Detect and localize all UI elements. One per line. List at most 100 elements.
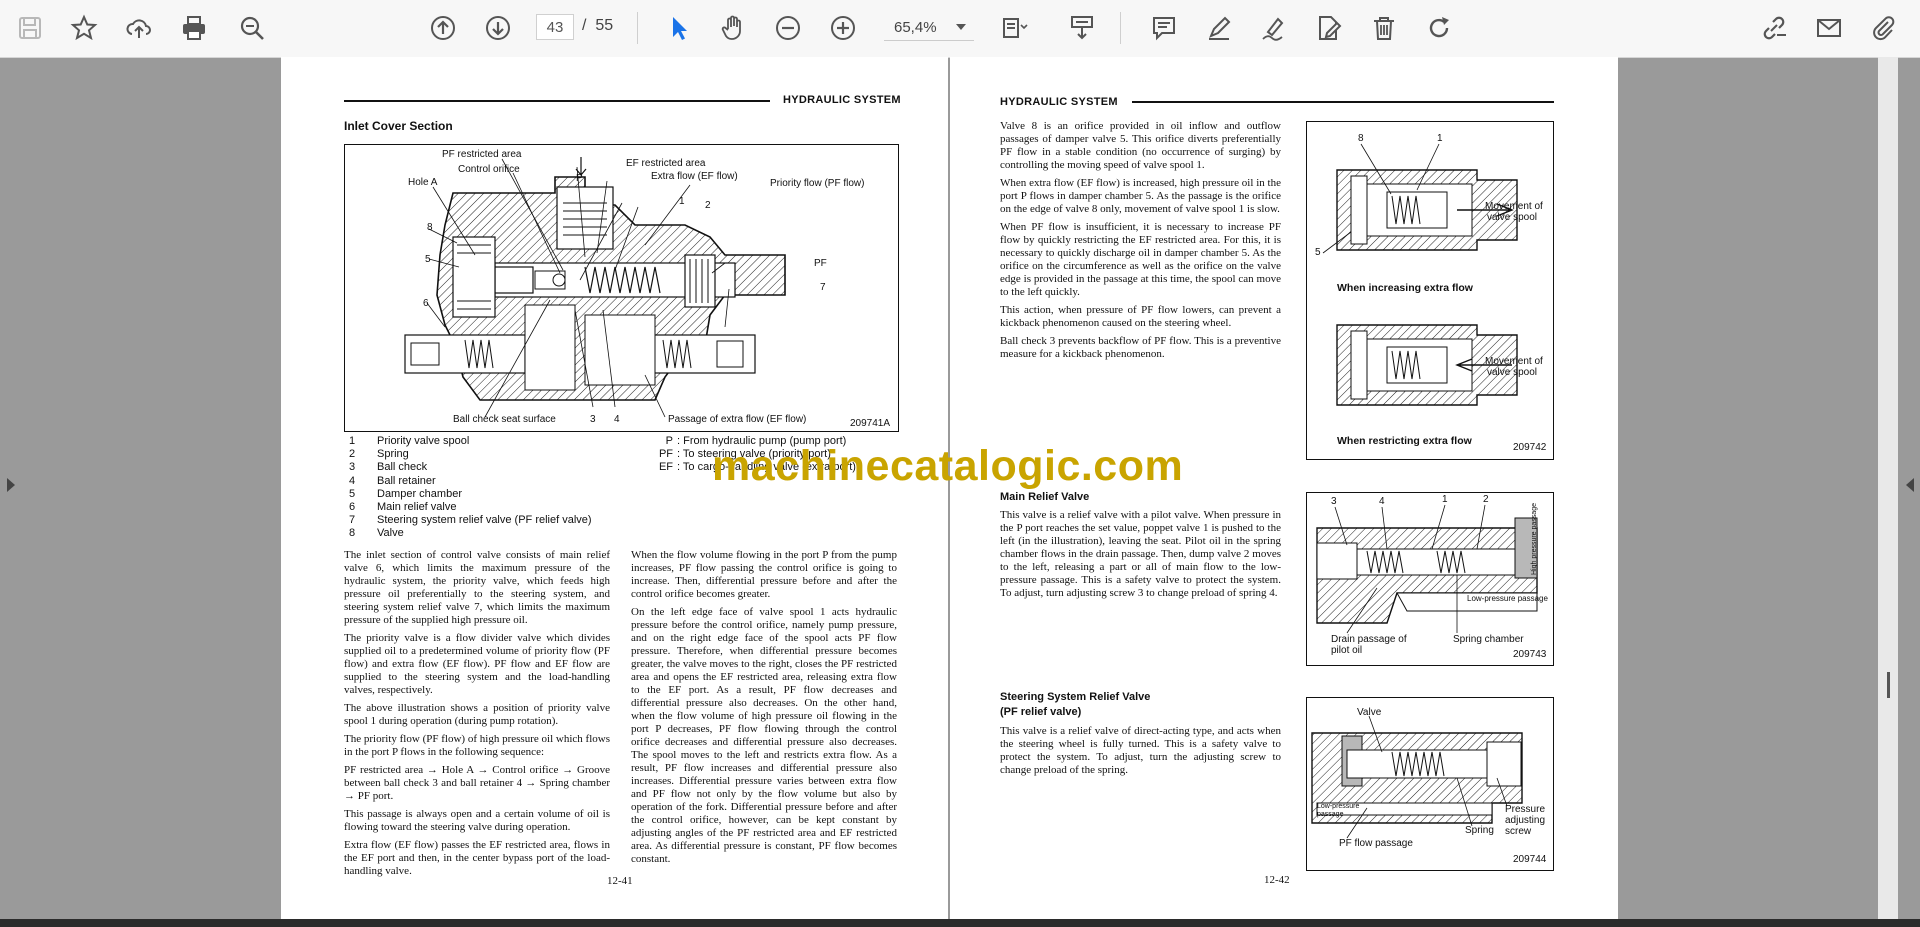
scroll-mode-icon[interactable] xyxy=(1066,12,1098,44)
steering-relief-valve-figure: Valve Low-pressure passage Pressure adju… xyxy=(1306,697,1554,871)
paragraph: This action, when pressure of PF flow lo… xyxy=(1000,304,1281,329)
label-low-pressure-2: passage xyxy=(1317,811,1344,818)
collapse-left-panel-icon[interactable] xyxy=(7,478,15,492)
scrollbar[interactable] xyxy=(1878,57,1898,919)
parts-list-item: 2 Spring xyxy=(349,448,409,461)
chevron-down-icon xyxy=(956,24,966,30)
page-up-icon[interactable] xyxy=(427,12,459,44)
label-control-orifice: Control orifice xyxy=(458,164,520,175)
parts-list-item: 8 Valve xyxy=(349,527,404,540)
page-number: 12-42 xyxy=(1264,874,1290,886)
bottom-bar xyxy=(0,919,1920,927)
label-low-pressure: Low-pressure xyxy=(1317,803,1360,810)
label-drain-2: pilot oil xyxy=(1331,645,1363,656)
figure-number: 209741A xyxy=(850,418,891,429)
highlight-pen-icon[interactable] xyxy=(1203,12,1235,44)
section-subtitle-steering-relief: (PF relief valve) xyxy=(1000,706,1082,718)
parts-list-item: 4 Ball retainer xyxy=(349,474,436,487)
bookmark-star-icon[interactable] xyxy=(68,12,100,44)
figure-number: 209742 xyxy=(1513,442,1547,453)
valve-cross-section-figure: PF restricted area Control orifice EF re… xyxy=(344,144,899,432)
paragraph: When extra flow (EF flow) is increased, … xyxy=(1000,177,1281,215)
rotate-icon[interactable] xyxy=(1423,12,1455,44)
paragraph: On the left edge face of valve spool 1 a… xyxy=(631,606,897,865)
page-total: / 55 xyxy=(582,17,614,34)
damper-valve-figure: 8 1 5 Movement of valve spool When incre… xyxy=(1306,121,1554,460)
toolbar-divider xyxy=(637,12,638,44)
print-icon[interactable] xyxy=(178,12,210,44)
caption-increasing: When increasing extra flow xyxy=(1337,282,1473,294)
figure-number: 209743 xyxy=(1513,649,1547,660)
save-icon[interactable] xyxy=(14,12,46,44)
label-priority-flow: Priority flow (PF flow) xyxy=(770,178,865,189)
label-extra-flow: Extra flow (EF flow) xyxy=(651,171,738,182)
label-spring-chamber: Spring chamber xyxy=(1453,634,1524,645)
paragraph: The priority flow (PF flow) of high pres… xyxy=(344,733,610,758)
edit-document-icon[interactable] xyxy=(1313,12,1345,44)
fit-page-icon[interactable] xyxy=(998,12,1030,44)
toolbar: / 55 65,4% xyxy=(0,0,1920,58)
paragraph: Extra flow (EF flow) passes the EF restr… xyxy=(344,839,610,877)
zoom-in-icon[interactable] xyxy=(827,12,859,44)
upload-cloud-icon[interactable] xyxy=(123,12,155,44)
label-2: 2 xyxy=(705,200,711,211)
main-relief-valve-figure: 3 4 1 2 High pressure passage Low-pressu… xyxy=(1306,492,1554,666)
page-down-icon[interactable] xyxy=(482,12,514,44)
zoom-out-icon[interactable] xyxy=(772,12,804,44)
page-number-input[interactable] xyxy=(536,14,574,40)
label-movement-bottom-2: valve spool xyxy=(1487,367,1538,378)
paragraph: Ball check 3 prevents backflow of PF flo… xyxy=(1000,335,1281,360)
label-movement-top-2: valve spool xyxy=(1487,212,1538,223)
label-spring: Spring xyxy=(1465,825,1494,836)
label-low-pressure: Low-pressure passage xyxy=(1467,594,1548,603)
paragraph: When PF flow is insufficient, it is nece… xyxy=(1000,221,1281,298)
paragraph: This passage is always open and a certai… xyxy=(344,808,610,833)
label-1: 1 xyxy=(679,196,685,207)
header-rule xyxy=(344,100,770,102)
label-pf-restricted: PF restricted area xyxy=(442,149,522,160)
parts-list-item: 6 Main relief valve xyxy=(349,501,457,514)
parts-list: 1 Priority valve spool 2 Spring 3 Ball chec… xyxy=(341,435,592,541)
email-icon[interactable] xyxy=(1813,12,1845,44)
label-6: 6 xyxy=(423,298,429,309)
comment-icon[interactable] xyxy=(1148,12,1180,44)
label-5: 5 xyxy=(1315,247,1321,258)
label-1: 1 xyxy=(1442,494,1448,505)
header-rule xyxy=(1132,101,1554,103)
paragraph: When the flow volume flowing in the port… xyxy=(631,549,897,600)
section-title-steering-relief: Steering System Relief Valve xyxy=(1000,691,1151,703)
label-3: 3 xyxy=(590,414,596,425)
section-title-main-relief: Main Relief Valve xyxy=(1000,491,1090,503)
label-port-pf: PF xyxy=(814,258,827,269)
delete-icon[interactable] xyxy=(1368,12,1400,44)
label-4: 4 xyxy=(614,414,620,425)
body-column-1: The inlet section of control valve consi… xyxy=(344,549,610,883)
main-relief-text: This valve is a relief valve with a pilo… xyxy=(1000,509,1281,605)
attachment-icon[interactable] xyxy=(1868,12,1900,44)
select-cursor-icon[interactable] xyxy=(663,12,695,44)
paragraph: The priority valve is a flow divider val… xyxy=(344,632,610,696)
label-4: 4 xyxy=(1379,496,1385,507)
sign-icon[interactable] xyxy=(1258,12,1290,44)
hand-tool-icon[interactable] xyxy=(717,12,749,44)
section-title: Inlet Cover Section xyxy=(344,119,453,133)
zoom-select[interactable]: 65,4% xyxy=(884,14,974,41)
label-hole-a: Hole A xyxy=(408,177,438,188)
label-7: 7 xyxy=(820,282,826,293)
caption-restricting: When restricting extra flow xyxy=(1337,435,1472,447)
paragraph: This valve is a relief valve with a pilo… xyxy=(1000,509,1281,599)
intro-text: Valve 8 is an orifice provided in oil in… xyxy=(1000,120,1281,366)
body-column-2: When the flow volume flowing in the port… xyxy=(631,549,897,871)
label-drain: Drain passage of xyxy=(1331,634,1407,645)
label-valve: Valve xyxy=(1357,707,1382,718)
steering-relief-text: This valve is a relief valve of direct-a… xyxy=(1000,725,1281,782)
label-pressure-adjusting: Pressure xyxy=(1505,804,1546,815)
scrollbar-thumb[interactable] xyxy=(1887,672,1890,698)
link-icon[interactable] xyxy=(1758,12,1790,44)
label-passage-extra-flow: Passage of extra flow (EF flow) xyxy=(668,414,807,425)
zoom-search-icon[interactable] xyxy=(236,12,268,44)
label-pressure-adjusting-3: screw xyxy=(1505,826,1532,837)
watermark: machinecatalogic.com xyxy=(712,442,1184,490)
paragraph: The above illustration shows a position … xyxy=(344,702,610,727)
collapse-right-panel-icon[interactable] xyxy=(1906,478,1914,492)
